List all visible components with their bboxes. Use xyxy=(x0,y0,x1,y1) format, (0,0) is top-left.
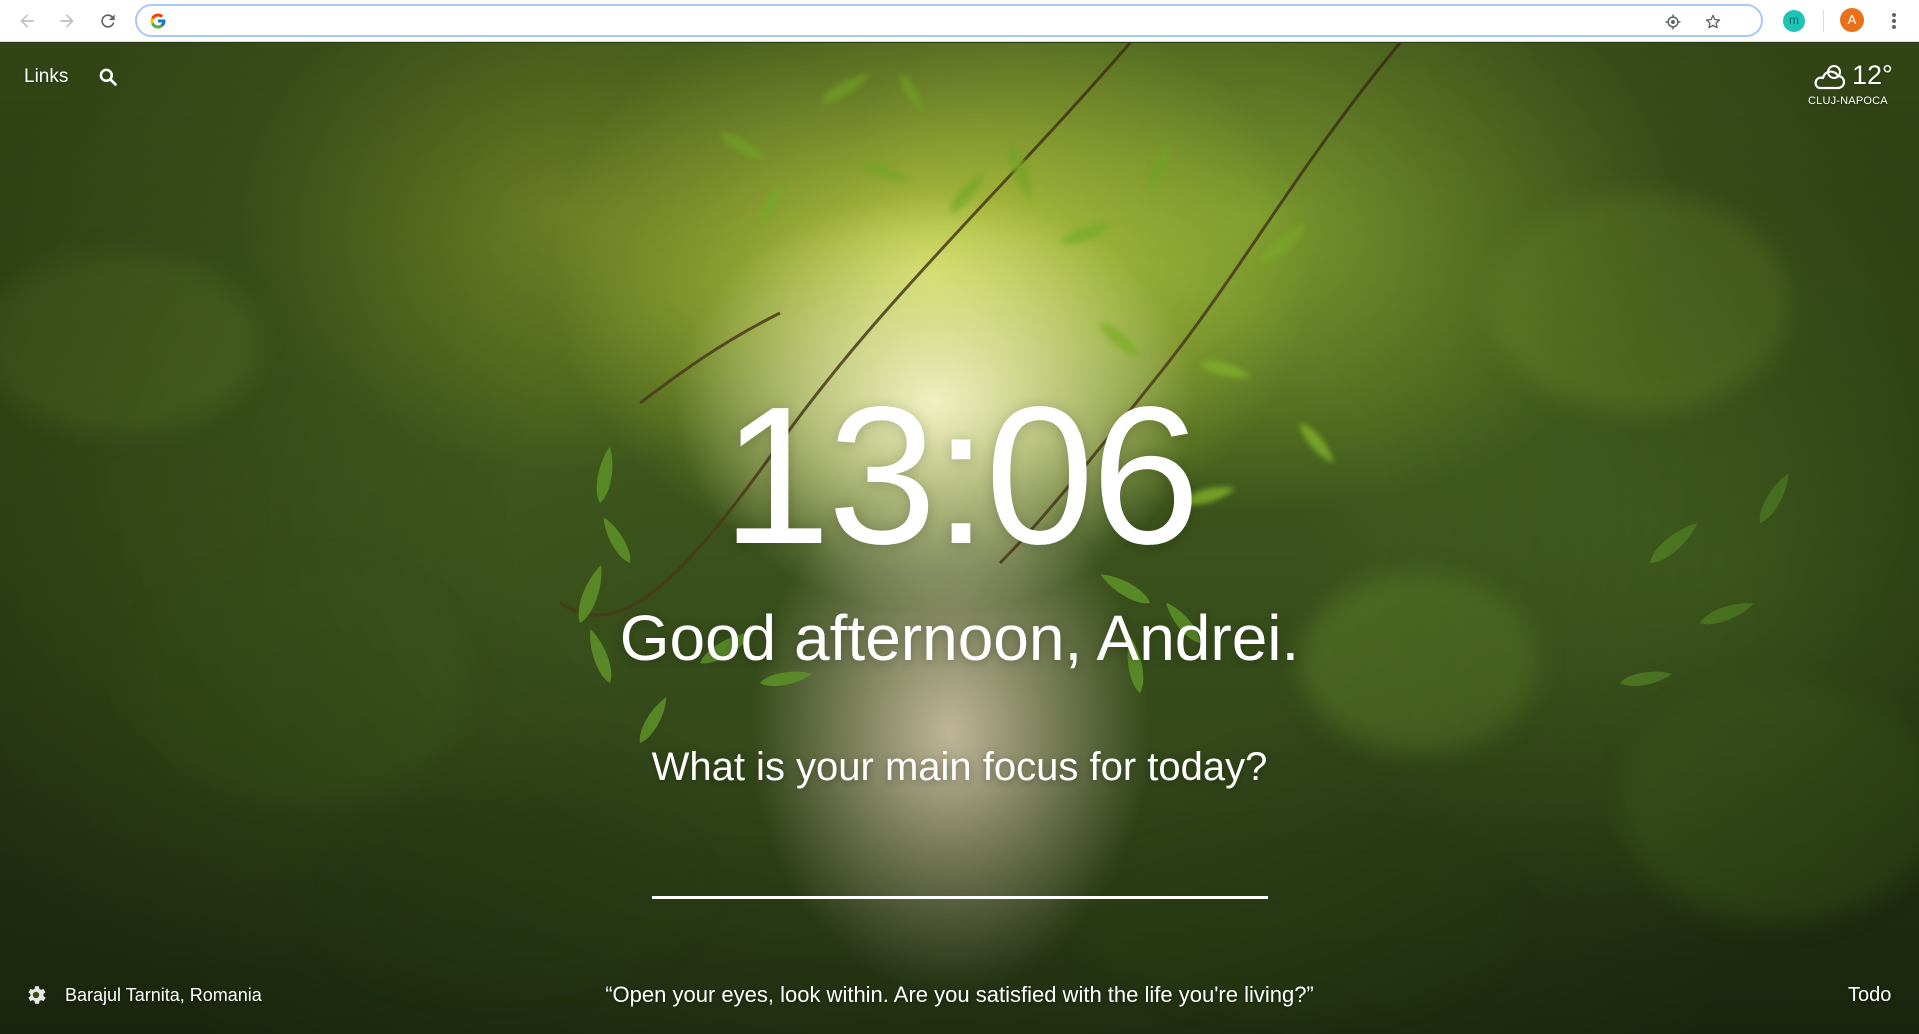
back-button[interactable] xyxy=(12,6,42,36)
bookmark-star-icon[interactable] xyxy=(1703,12,1723,32)
reload-icon xyxy=(101,14,115,28)
address-bar[interactable] xyxy=(135,4,1763,37)
arrow-left-icon xyxy=(20,14,34,28)
search-icon xyxy=(99,68,117,86)
profile-avatar[interactable]: A xyxy=(1840,8,1864,32)
weather-widget[interactable]: 12° CLUJ-NAPOCA xyxy=(1800,59,1900,109)
focus-question: What is your main focus for today? xyxy=(651,745,1268,789)
daily-quote[interactable]: “Open your eyes, look within. Are you sa… xyxy=(0,982,1919,1008)
browser-toolbar: m A xyxy=(0,0,1919,42)
reload-button[interactable] xyxy=(93,6,123,36)
dashboard: Links 12° CLUJ-NAPOCA 13:06 Good afterno… xyxy=(0,43,1919,1034)
extension-icon[interactable]: m xyxy=(1783,10,1805,32)
more-vert-icon xyxy=(1892,13,1896,29)
url-input[interactable] xyxy=(177,10,1657,33)
toolbar-separator xyxy=(1823,10,1824,32)
arrow-right-icon xyxy=(60,14,74,28)
greeting: Good afternoon, Andrei. xyxy=(619,602,1300,674)
partly-cloudy-icon xyxy=(1814,65,1846,90)
clock: 13:06 xyxy=(721,366,1200,585)
forward-button[interactable] xyxy=(52,6,82,36)
search-button[interactable] xyxy=(98,67,120,89)
google-icon xyxy=(150,13,166,29)
todo-button[interactable]: Todo xyxy=(1848,984,1891,1007)
links-button[interactable]: Links xyxy=(24,66,68,88)
focus-input[interactable] xyxy=(652,859,1268,899)
temperature: 12° xyxy=(1852,60,1893,90)
location-icon[interactable] xyxy=(1663,12,1683,32)
weather-location: CLUJ-NAPOCA xyxy=(1808,95,1888,107)
chrome-menu-button[interactable] xyxy=(1882,8,1906,34)
